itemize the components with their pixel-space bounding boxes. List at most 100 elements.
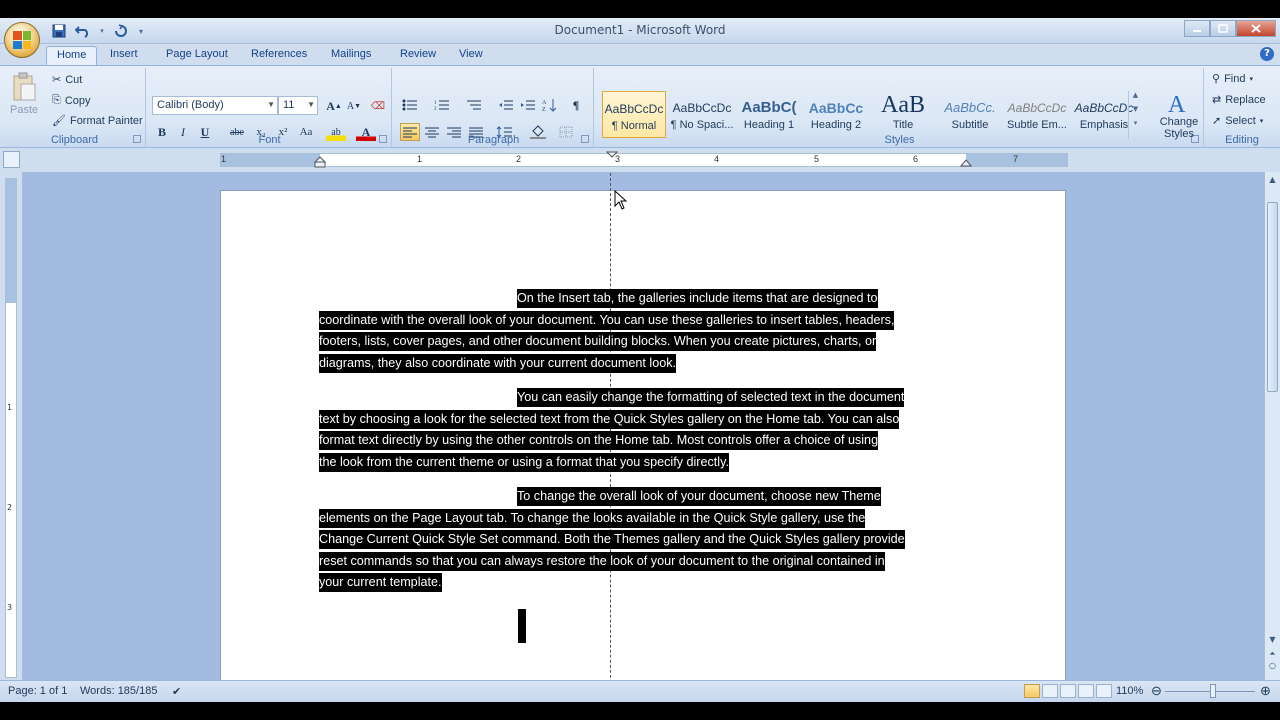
cut-button[interactable]: ✂ Cut	[52, 73, 82, 87]
style-normal[interactable]: AaBbCcDc ¶ Normal	[602, 91, 666, 138]
minimize-button[interactable]	[1184, 20, 1210, 37]
view-ruler-button[interactable]	[3, 151, 20, 168]
gallery-more-icon[interactable]: ▾	[1129, 119, 1142, 127]
proofing-icon[interactable]: ✔	[172, 685, 181, 698]
right-indent-marker[interactable]	[960, 157, 972, 167]
zoom-in-icon[interactable]: ⊕	[1260, 683, 1271, 699]
print-layout-view-button[interactable]	[1024, 684, 1040, 698]
clipboard-launcher-icon[interactable]	[133, 135, 141, 143]
word-count[interactable]: Words: 185/185	[80, 685, 157, 697]
sort-icon: AZ	[542, 99, 557, 112]
web-layout-view-button[interactable]	[1060, 684, 1076, 698]
svg-text:1: 1	[434, 101, 437, 106]
tab-mailings[interactable]: Mailings	[321, 46, 381, 65]
svg-text:Z: Z	[542, 107, 546, 112]
paragraph-launcher-icon[interactable]	[581, 135, 589, 143]
replace-button[interactable]: ⇄ Replace	[1212, 93, 1266, 107]
style-sample: AaBbC(	[741, 99, 797, 116]
clipboard-group-label: Clipboard	[50, 134, 99, 146]
shrink-font-button[interactable]: A ▼	[344, 97, 364, 115]
multilevel-list-button[interactable]	[464, 96, 484, 114]
tab-view[interactable]: View	[449, 46, 493, 65]
style-subtle-emphasis[interactable]: AaBbCcDc Subtle Em...	[1005, 91, 1069, 138]
paragraph[interactable]: On the Insert tab, the galleries include…	[319, 288, 961, 374]
copy-button[interactable]: ⎘ Copy	[52, 94, 91, 107]
change-styles-button[interactable]: A Change Styles	[1158, 90, 1200, 140]
sort-button[interactable]: AZ	[540, 96, 560, 114]
find-button[interactable]: ⚲ Find ▾	[1212, 72, 1253, 86]
bullets-button[interactable]	[400, 96, 420, 114]
horizontal-ruler[interactable]: 1 1 2 3 4 5 6 7	[220, 151, 1068, 168]
style-heading-2[interactable]: AaBbCc Heading 2	[804, 91, 868, 138]
clear-formatting-button[interactable]: ⌫	[368, 97, 388, 115]
zoom-level[interactable]: 110%	[1116, 685, 1143, 697]
style-name: Title	[892, 119, 914, 131]
font-name-select[interactable]: Calibri (Body) ▼	[152, 96, 278, 115]
vertical-ruler[interactable]: 1 2 3	[5, 178, 17, 678]
paragraph-line: elements on the Page Layout tab. To chan…	[319, 508, 866, 528]
paragraph-line: the look from the current theme or using…	[319, 452, 729, 472]
tab-insert[interactable]: Insert	[100, 46, 148, 65]
paragraph-group-label: Paragraph	[467, 134, 520, 146]
tab-review[interactable]: Review	[390, 46, 446, 65]
style-subtitle[interactable]: AaBbCc. Subtitle	[938, 91, 1002, 138]
grow-font-button[interactable]: A ▲	[324, 97, 344, 115]
decrease-indent-button[interactable]	[496, 96, 516, 114]
chevron-up-icon[interactable]: ▲	[1129, 91, 1142, 99]
font-launcher-icon[interactable]	[379, 135, 387, 143]
help-icon[interactable]: ?	[1260, 47, 1274, 61]
document-page[interactable]: On the Insert tab, the galleries include…	[220, 173, 1066, 680]
show-formatting-marks-button[interactable]: ¶	[566, 96, 586, 114]
font-group: Calibri (Body) ▼ 11 ▼ A ▲ A ▼ ⌫ B I U abe x₂…	[148, 68, 392, 147]
format-painter-button[interactable]: 🖌 Format Painter	[52, 114, 143, 128]
scroll-up-icon[interactable]: ▲	[1267, 174, 1278, 185]
increase-indent-button[interactable]	[518, 96, 538, 114]
outline-view-button[interactable]	[1078, 684, 1094, 698]
grow-font-icon: A	[326, 98, 335, 113]
document-area: On the Insert tab, the galleries include…	[22, 172, 1264, 680]
tab-references[interactable]: References	[241, 46, 317, 65]
paragraph[interactable]: To change the overall look of your docum…	[319, 486, 961, 594]
close-button[interactable]	[1236, 20, 1276, 37]
numbering-icon: 12	[434, 100, 449, 111]
zoom-slider-thumb[interactable]	[1210, 684, 1216, 698]
paragraph-line: You can easily change the formatting of …	[517, 388, 905, 407]
style-no-spacing[interactable]: AaBbCcDc ¶ No Spaci...	[670, 91, 734, 138]
draft-view-button[interactable]	[1096, 684, 1112, 698]
vertical-scrollbar[interactable]: ▲ ▼ ⏶ ○	[1264, 172, 1280, 680]
full-screen-reading-view-button[interactable]	[1042, 684, 1058, 698]
paste-button[interactable]: Paste	[10, 72, 38, 116]
zoom-out-icon[interactable]: ⊖	[1151, 683, 1162, 699]
paragraph-line: your current template.	[319, 573, 442, 592]
ruler-number: 1	[221, 154, 227, 164]
previous-page-icon[interactable]: ⏶	[1267, 648, 1278, 659]
paragraph[interactable]: You can easily change the formatting of …	[319, 387, 961, 473]
select-label: Select	[1225, 114, 1256, 127]
select-button[interactable]: ➚ Select ▾	[1212, 114, 1263, 128]
tab-page-layout[interactable]: Page Layout	[156, 46, 238, 65]
scroll-thumb[interactable]	[1267, 202, 1278, 392]
style-name: ¶ No Spaci...	[670, 119, 734, 131]
chevron-down-icon[interactable]: ▼	[1129, 105, 1142, 113]
style-title[interactable]: AaB Title	[871, 91, 935, 138]
page-count[interactable]: Page: 1 of 1	[8, 685, 67, 697]
office-button[interactable]	[4, 22, 40, 58]
numbering-button[interactable]: 12	[432, 96, 452, 114]
paragraph-line: diagrams, they also coordinate with your…	[319, 353, 677, 373]
paragraph-line: reset commands so that you can always re…	[319, 551, 885, 571]
left-indent-marker[interactable]	[314, 152, 326, 168]
scissors-icon: ✂	[52, 74, 62, 86]
maximize-button[interactable]	[1210, 20, 1236, 37]
tab-home[interactable]: Home	[46, 46, 98, 65]
font-size-select[interactable]: 11 ▼	[278, 96, 318, 115]
ruler-number: 4	[714, 154, 720, 164]
style-heading-1[interactable]: AaBbC( Heading 1	[737, 91, 801, 138]
style-sample: AaBbCc.	[944, 100, 996, 115]
style-emphasis[interactable]: AaBbCcDc Emphasis	[1072, 91, 1136, 138]
scroll-down-icon[interactable]: ▼	[1267, 634, 1278, 645]
select-browse-object-icon[interactable]: ○	[1267, 660, 1278, 671]
first-line-indent-marker[interactable]	[606, 151, 618, 159]
document-body[interactable]: On the Insert tab, the galleries include…	[319, 288, 961, 607]
change-styles-label: Change Styles	[1159, 116, 1199, 140]
gallery-scroll[interactable]: ▲ ▼ ▾	[1128, 91, 1142, 139]
